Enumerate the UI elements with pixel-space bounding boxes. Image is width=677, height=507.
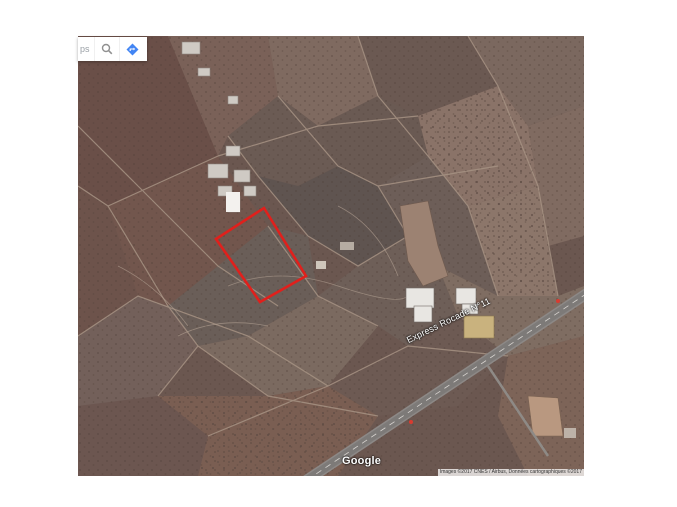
map-imagery [78, 36, 584, 476]
google-logo: Google [342, 455, 382, 467]
directions-icon [126, 43, 138, 55]
directions-button[interactable] [119, 37, 144, 61]
search-input[interactable]: ps [78, 44, 94, 54]
map-attribution[interactable]: Images ©2017 CNES / Airbus, Données cart… [437, 469, 584, 476]
satellite-map[interactable] [78, 36, 584, 476]
search-button[interactable] [94, 37, 119, 61]
search-icon [101, 43, 113, 55]
search-box[interactable]: ps [78, 37, 147, 61]
